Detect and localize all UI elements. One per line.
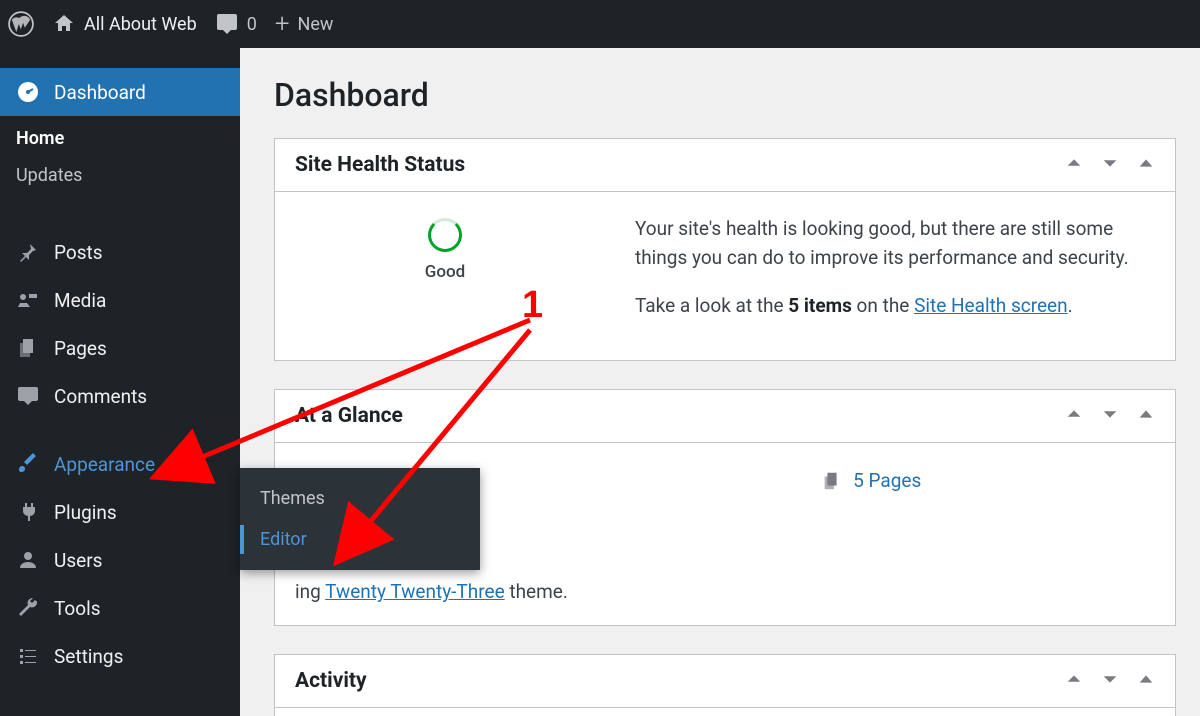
at-a-glance-title: At a Glance [295,404,403,428]
move-down-icon[interactable] [1101,154,1119,176]
brush-icon [16,452,40,476]
menu-appearance[interactable]: Appearance [0,440,240,488]
menu-dashboard-label: Dashboard [54,81,146,104]
menu-media-label: Media [54,289,106,312]
submenu-dashboard: Home Updates [0,116,240,208]
menu-posts[interactable]: Posts [0,228,240,276]
site-home-link[interactable]: All About Web [52,12,197,36]
menu-pages-label: Pages [54,337,107,360]
move-down-icon[interactable] [1101,670,1119,692]
menu-dashboard[interactable]: Dashboard [0,68,240,116]
box-controls [1065,154,1155,176]
dashboard-icon [16,80,40,104]
submenu-home[interactable]: Home [0,120,240,157]
menu-tools[interactable]: Tools [0,584,240,632]
menu-tools-label: Tools [54,597,101,620]
site-health-link[interactable]: Site Health screen [914,294,1068,317]
settings-icon [16,644,40,668]
flyout-themes[interactable]: Themes [240,478,480,519]
collapse-icon[interactable] [1137,670,1155,692]
menu-users-label: Users [54,549,102,572]
activity-title: Activity [295,669,367,693]
toolbar-new[interactable]: + New [275,11,334,37]
admin-sidebar: Dashboard Home Updates Posts Media Pages [0,48,240,716]
comment-count: 0 [247,14,257,35]
menu-media[interactable]: Media [0,276,240,324]
site-health-title: Site Health Status [295,153,465,177]
at-a-glance-header[interactable]: At a Glance [275,390,1175,443]
menu-posts-label: Posts [54,241,103,264]
theme-link[interactable]: Twenty Twenty-Three [325,580,505,603]
site-health-text: Your site's health is looking good, but … [635,214,1155,338]
plus-icon: + [275,11,290,37]
submenu-updates[interactable]: Updates [0,157,240,194]
toolbar-comments[interactable]: 0 [215,12,257,36]
move-up-icon[interactable] [1065,670,1083,692]
collapse-icon[interactable] [1137,405,1155,427]
appearance-flyout: Themes Editor [240,468,480,570]
menu-settings[interactable]: Settings [0,632,240,680]
gauge-ring-icon [428,218,462,252]
menu-appearance-label: Appearance [54,453,155,476]
glance-pages-label: 5 Pages [853,469,921,492]
move-up-icon[interactable] [1065,154,1083,176]
site-health-box: Site Health Status Good Your site's heal… [274,138,1176,361]
move-down-icon[interactable] [1101,405,1119,427]
site-health-desc: Your site's health is looking good, but … [635,214,1155,273]
plug-icon [16,500,40,524]
gauge-label: Good [295,262,595,282]
menu-users[interactable]: Users [0,536,240,584]
wrench-icon [16,596,40,620]
menu-pages[interactable]: Pages [0,324,240,372]
site-health-header[interactable]: Site Health Status [275,139,1175,192]
menu-comments-label: Comments [54,385,147,408]
annotation-number: 1 [522,284,543,327]
site-health-gauge: Good [295,214,595,282]
page-title: Dashboard [274,76,1176,114]
pages-icon [821,470,843,492]
activity-recent-heading: Recently Published [275,708,1175,716]
pages-icon [16,336,40,360]
main-content: Dashboard Site Health Status Good Your s… [240,48,1200,716]
wordpress-logo[interactable] [8,11,34,37]
pin-icon [16,240,40,264]
box-controls [1065,405,1155,427]
glance-pages[interactable]: 5 Pages [821,469,921,492]
activity-box: Activity Recently Published [274,654,1176,716]
move-up-icon[interactable] [1065,405,1083,427]
site-name-label: All About Web [84,14,197,35]
site-health-cta: Take a look at the 5 items on the Site H… [635,291,1155,320]
user-icon [16,548,40,572]
menu-plugins-label: Plugins [54,501,117,524]
admin-toolbar: All About Web 0 + New [0,0,1200,48]
media-icon [16,288,40,312]
flyout-editor[interactable]: Editor [240,519,480,560]
menu-plugins[interactable]: Plugins [0,488,240,536]
comment-icon [16,384,40,408]
new-label: New [298,14,334,35]
activity-header[interactable]: Activity [275,655,1175,708]
menu-settings-label: Settings [54,645,123,668]
menu-comments[interactable]: Comments [0,372,240,420]
collapse-icon[interactable] [1137,154,1155,176]
box-controls [1065,670,1155,692]
